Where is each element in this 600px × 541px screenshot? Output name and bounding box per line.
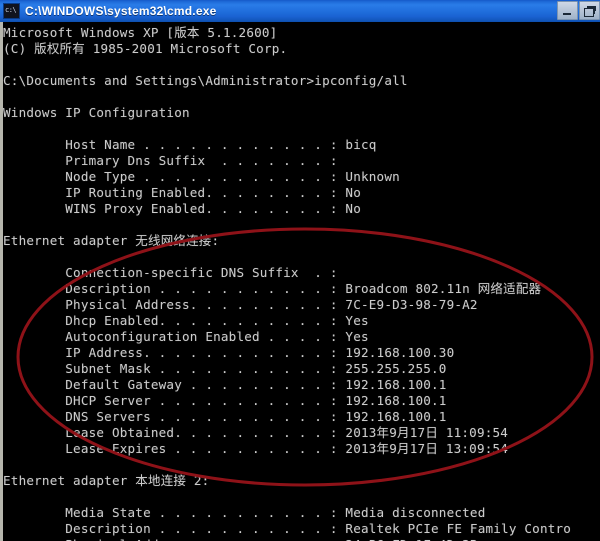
console-text: 9: [389, 441, 398, 456]
console-line: Description . . . . . . . . . . . : Real…: [3, 521, 572, 536]
console-line: Ethernet adapter 本地连接 2:: [3, 473, 600, 489]
console-text-cjk: 本地连接: [135, 473, 187, 488]
console-line: IP Address. . . . . . . . . . . . : 192.…: [3, 345, 455, 360]
console-text: Ethernet adapter: [3, 473, 136, 488]
console-line: WINS Proxy Enabled. . . . . . . . : No: [3, 201, 361, 216]
console-text-cjk: 版权所有: [34, 41, 85, 56]
console-text: 5.1.2600]: [199, 25, 278, 40]
console-line: DNS Servers . . . . . . . . . . . : 192.…: [3, 409, 447, 424]
window-controls: [557, 1, 600, 21]
restore-icon: [584, 6, 596, 17]
cmd-icon[interactable]: [3, 3, 20, 19]
console-line: C:\Documents and Settings\Administrator>…: [3, 73, 408, 88]
cmd-window: C:\WINDOWS\system32\cmd.exe Microsoft Wi…: [0, 0, 600, 541]
console-line: Physical Address. . . . . . . . . : 24-B…: [3, 537, 600, 541]
console-line: Microsoft Windows XP [版本 5.1.2600]: [3, 25, 600, 41]
console-text: 9: [389, 425, 398, 440]
console-text: Microsoft Windows XP [: [3, 25, 175, 40]
console-line: Lease Obtained. . . . . . . . . . : 2013…: [3, 425, 600, 441]
console-line: Connection-specific DNS Suffix . :: [3, 265, 338, 280]
console-output[interactable]: Microsoft Windows XP [版本 5.1.2600] (C) 版权…: [3, 25, 600, 541]
console-line: Default Gateway . . . . . . . . . : 192.…: [3, 377, 447, 392]
console-line: Ethernet adapter 无线网络连接:: [3, 233, 600, 249]
console-line: Host Name . . . . . . . . . . . . : bicq: [3, 137, 377, 152]
console-line: Subnet Mask . . . . . . . . . . . : 255.…: [3, 361, 447, 376]
console-text: 17: [409, 425, 426, 440]
console-text: 17: [409, 441, 426, 456]
console-line: Dhcp Enabled. . . . . . . . . . . : Yes: [3, 313, 369, 328]
console-line: (C) 版权所有 1985-2001 Microsoft Corp.: [3, 41, 600, 57]
console-text: Lease Expires . . . . . . . . . . : 2013: [3, 441, 377, 456]
console-text: 2:: [186, 473, 210, 488]
minimize-button[interactable]: [557, 1, 578, 20]
console-text: Lease Obtained. . . . . . . . . . : 2013: [3, 425, 377, 440]
restore-button[interactable]: [579, 1, 600, 20]
console-text: 13:09:54: [438, 441, 509, 456]
console-text-cjk: 日: [425, 441, 439, 456]
console-text-cjk: 年: [376, 441, 390, 456]
console-line: Primary Dns Suffix . . . . . . . :: [3, 153, 338, 168]
window-titlebar[interactable]: C:\WINDOWS\system32\cmd.exe: [0, 0, 600, 22]
console-line: Autoconfiguration Enabled . . . . : Yes: [3, 329, 369, 344]
console-line: Windows IP Configuration: [3, 105, 190, 120]
console-text: :: [211, 233, 220, 248]
console-text-cjk: 网络适配器: [477, 281, 542, 296]
console-text: Ethernet adapter: [3, 233, 136, 248]
console-text: 1985-2001 Microsoft Corp.: [84, 41, 288, 56]
console-text-cjk: 年: [376, 425, 390, 440]
console-text-cjk: 无线网络连接: [135, 233, 212, 248]
console-text: Description . . . . . . . . . . . : Broa…: [3, 281, 478, 296]
console-text: 11:09:54: [438, 425, 509, 440]
console-client-area[interactable]: Microsoft Windows XP [版本 5.1.2600] (C) 版权…: [0, 22, 600, 541]
console-line: DHCP Server . . . . . . . . . . . : 192.…: [3, 393, 447, 408]
console-line: IP Routing Enabled. . . . . . . . : No: [3, 185, 361, 200]
console-text-cjk: 版本: [174, 25, 200, 40]
console-line: Physical Address. . . . . . . . . : 7C-E…: [3, 297, 478, 312]
window-title: C:\WINDOWS\system32\cmd.exe: [25, 4, 217, 18]
console-text-cjk: 月: [397, 425, 410, 440]
console-line: Node Type . . . . . . . . . . . . : Unkn…: [3, 169, 400, 184]
console-text-cjk: 月: [397, 441, 410, 456]
console-line: Lease Expires . . . . . . . . . . : 2013…: [3, 441, 600, 457]
console-text-cjk: 日: [425, 425, 439, 440]
console-line: Description . . . . . . . . . . . : Broa…: [3, 281, 600, 297]
console-line: Media State . . . . . . . . . . . : Medi…: [3, 505, 486, 520]
console-text: (C): [3, 41, 35, 56]
minimize-icon: [563, 13, 571, 15]
